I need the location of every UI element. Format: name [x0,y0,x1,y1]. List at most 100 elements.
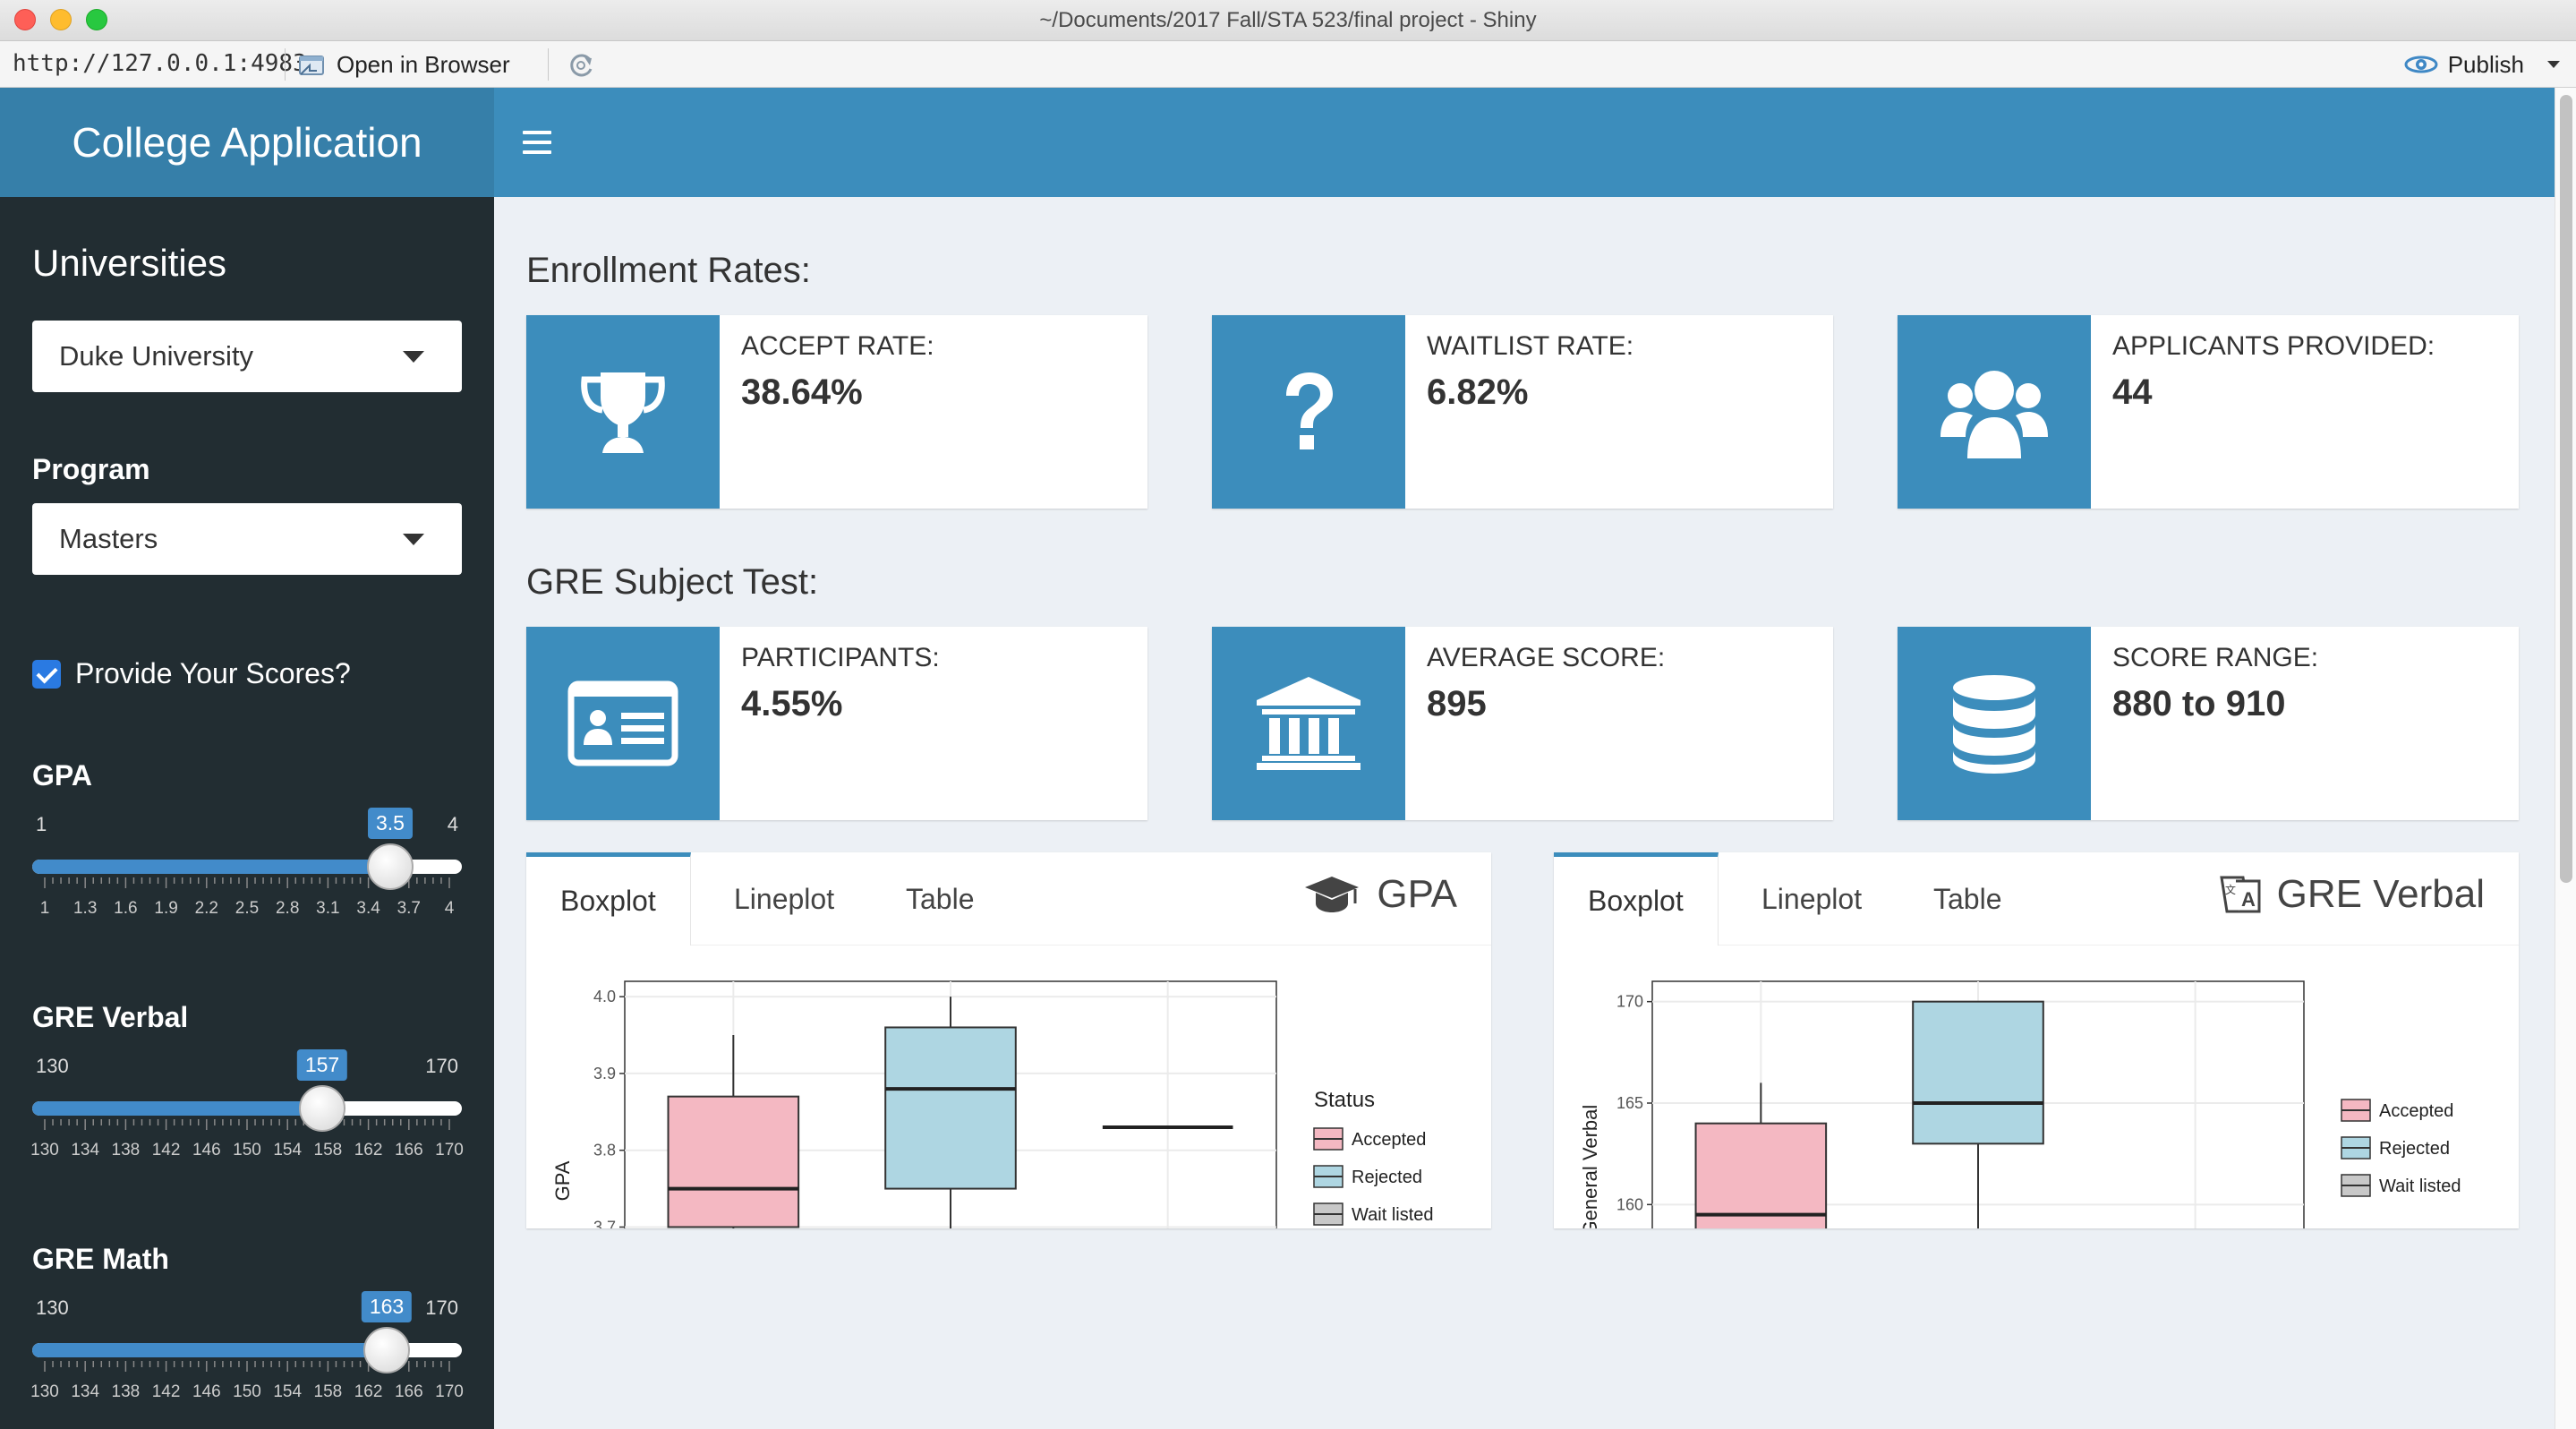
gpa-boxplot: 3.53.63.73.83.94.0GPAStatusAcceptedRejec… [551,980,1434,1228]
tab-boxplot[interactable]: Boxplot [526,852,691,946]
gre-verbal-panel: Boxplot Lineplot Table A 文 GRE Verbal 15… [1554,852,2519,1228]
window-titlebar: ~/Documents/2017 Fall/STA 523/final proj… [0,0,2576,41]
sidebar-toggle-icon[interactable] [523,131,551,154]
participants-box: PARTICIPANTS: 4.55% [526,627,1147,820]
language-icon: A 文 [2219,876,2261,913]
trophy-icon [526,315,720,509]
slider-tick-label: 2.2 [194,899,219,918]
program-label: Program [32,453,150,485]
university-select[interactable]: Duke University [32,321,462,392]
waitlist-rate-box: WAITLIST RATE: 6.82% [1212,315,1833,509]
gpa-tick-labels: 1 1.3 1.6 1.9 2.2 2.5 2.8 3.1 3.4 3.7 4 [32,899,462,920]
url-field[interactable]: http://127.0.0.1:4983 [13,50,307,77]
main-content: Enrollment Rates: ACCEPT RATE: 38.64% WA… [494,197,2555,1429]
gpa-panel-title-text: GPA [1377,872,1457,916]
universities-heading: Universities [32,242,227,284]
y-tick-label: 3.9 [593,1065,616,1082]
participants-label: PARTICIPANTS: [741,643,940,672]
app-logo[interactable]: College Application [0,88,494,197]
gre-verbal-boxplot: 150155160165170GRE General VerbalAccepte… [1579,980,2461,1228]
slider-tick-label: 1.3 [73,899,98,918]
box-accepted [667,1095,800,1228]
gre-verbal-panel-title: A 文 GRE Verbal [2219,872,2485,917]
tab-boxplot[interactable]: Boxplot [1554,852,1719,946]
database-icon [1898,627,2091,820]
slider-tick-label: 158 [313,1141,343,1159]
legend-label: Wait listed [1352,1205,1434,1225]
chevron-down-icon[interactable] [2547,61,2560,68]
gre-verbal-min-label: 130 [36,1055,69,1077]
scrollbar-thumb[interactable] [2560,95,2572,883]
accept-rate-value: 38.64% [741,372,863,412]
y-tick-label: 165 [1616,1094,1643,1112]
gre-verbal-slider-handle[interactable] [299,1085,345,1132]
slider-tick-label: 150 [233,1382,261,1401]
gre-math-slider-fill [32,1343,387,1357]
slider-tick-label: 1.9 [154,899,178,918]
provide-scores-label: Provide Your Scores? [75,657,351,689]
slider-tick-label: 154 [273,1141,303,1159]
slider-tick-label: 162 [354,1382,383,1401]
waitlist-rate-value: 6.82% [1427,372,1529,412]
gre-math-min-label: 130 [36,1296,69,1319]
y-tick-label: 170 [1616,993,1643,1011]
tab-table[interactable]: Table [872,852,1009,946]
participants-value: 4.55% [741,684,843,723]
slider-tick-label: 1 [39,899,50,918]
slider-tick-label: 1.6 [114,899,138,918]
gre-math-value-badge: 163 [361,1291,413,1322]
box-rejected [1912,1000,2044,1145]
y-tick-label: 3.8 [593,1142,616,1159]
gre-verbal-value-badge: 157 [296,1049,348,1081]
question-icon [1212,315,1405,509]
gpa-slider-handle[interactable] [366,843,414,890]
tab-table[interactable]: Table [1899,852,2036,946]
legend-title: Status [1314,1088,1375,1112]
applicants-provided-box: APPLICANTS PROVIDED: 44 [1898,315,2519,509]
id-card-icon [526,627,720,820]
legend-label: Rejected [1352,1168,1422,1187]
slider-tick-label: 150 [233,1141,261,1159]
slider-tick-label: 166 [394,1141,423,1159]
gpa-value-badge: 3.5 [367,808,413,839]
slider-tick-label: 142 [151,1141,181,1159]
legend-label: Accepted [1352,1130,1426,1150]
toolbar-divider [548,48,549,81]
gre-verbal-panel-tabs: Boxplot Lineplot Table A 文 GRE Verbal [1554,852,2519,946]
publish-button[interactable]: Publish [2403,47,2560,82]
gre-math-tick-labels: 130 134 138 142 146 150 154 158 162 166 170 [30,1382,464,1404]
y-tick-label: 3.7 [593,1218,616,1228]
open-in-browser-button[interactable]: Open in Browser [297,47,510,82]
page-scrollbar[interactable] [2555,88,2576,1429]
legend-label: Rejected [2379,1139,2450,1159]
gpa-panel: Boxplot Lineplot Table GPA 3.53.63.73.83… [526,852,1491,1228]
tab-lineplot[interactable]: Lineplot [1727,852,1896,946]
program-select[interactable]: Masters [32,503,462,575]
gre-verbal-slider-ticks [44,1119,450,1130]
accept-rate-box: ACCEPT RATE: 38.64% [526,315,1147,509]
program-select-value: Masters [59,523,158,554]
slider-tick-label: 2.8 [275,899,300,918]
slider-tick-label: 138 [111,1382,141,1401]
slider-tick-label: 158 [313,1382,343,1401]
slider-tick-label: 170 [435,1141,464,1159]
gre-subject-title: GRE Subject Test: [526,562,819,602]
gpa-max-label: 4 [447,813,458,835]
gre-math-max-label: 170 [425,1296,458,1319]
tab-lineplot[interactable]: Lineplot [700,852,868,946]
slider-tick-label: 154 [273,1382,303,1401]
y-axis-label: GPA [551,1160,574,1201]
publish-icon [2404,56,2438,73]
provide-scores-option[interactable]: Provide Your Scores? [32,657,351,690]
slider-tick-label: 146 [192,1382,221,1401]
applicants-provided-label: APPLICANTS PROVIDED: [2112,331,2435,361]
refresh-icon[interactable] [564,48,598,82]
gpa-panel-title: GPA [1303,872,1457,917]
provide-scores-checkbox[interactable] [32,659,61,689]
y-axis-label: GRE General Verbal [1579,1105,1601,1228]
slider-tick-label: 134 [71,1382,100,1401]
caret-down-icon [403,351,424,363]
gre-math-slider-handle[interactable] [363,1327,410,1373]
score-range-value: 880 to 910 [2112,684,2286,723]
institution-icon [1212,627,1405,820]
